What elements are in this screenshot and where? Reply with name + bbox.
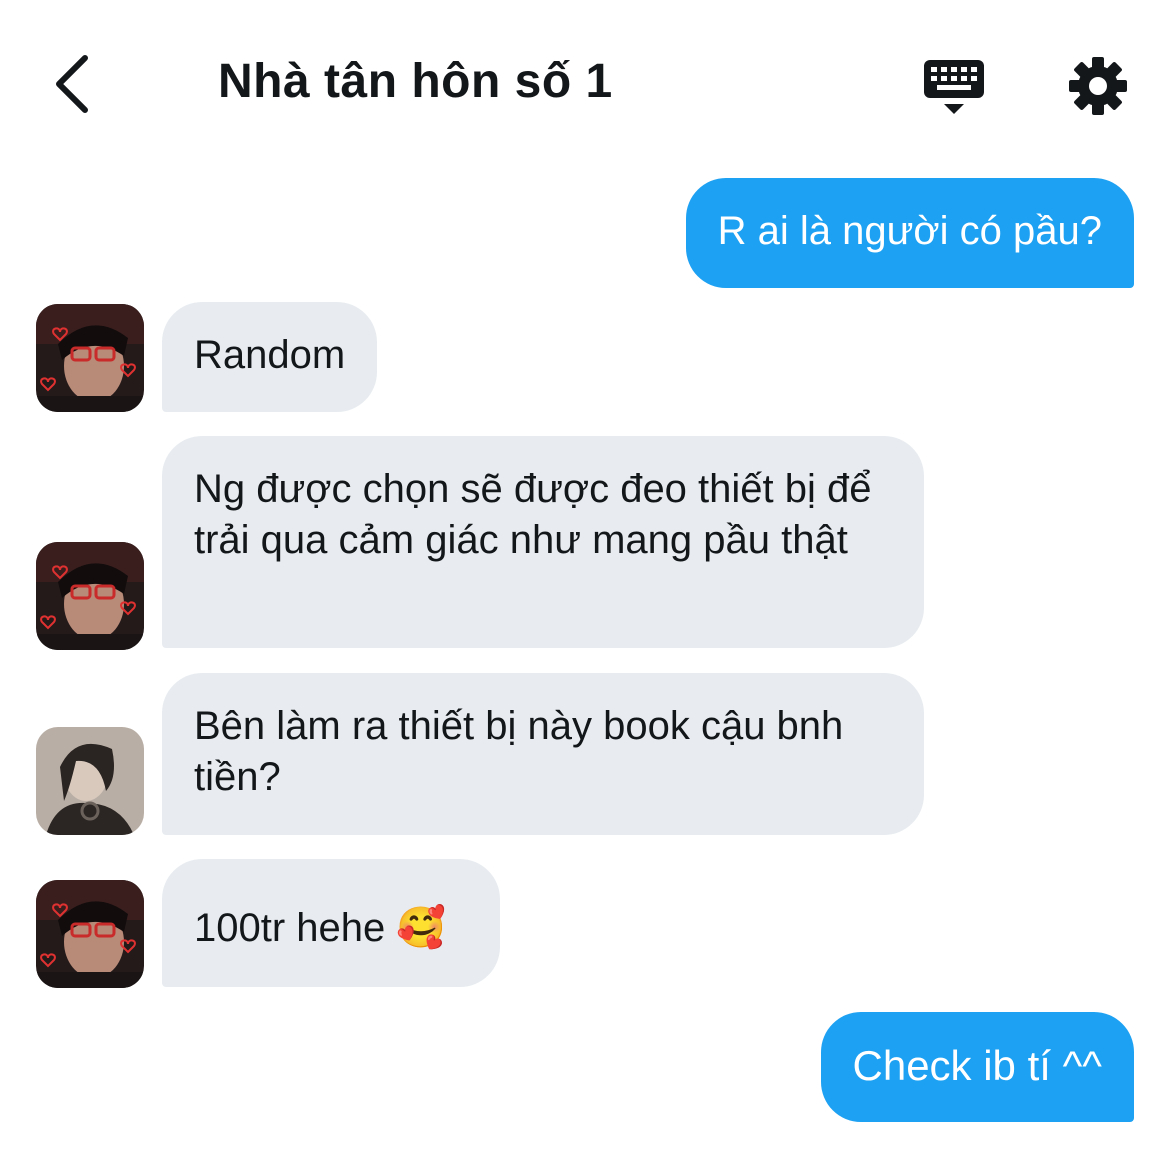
message-bubble-outgoing[interactable]: R ai là người có pầu? — [685, 178, 1134, 288]
message-bubble-incoming[interactable]: Bên làm ra thiết bị này book cậu bnh tiề… — [162, 673, 924, 835]
message-text: Ng được chọn sẽ được đeo thiết bị để trả… — [194, 467, 872, 562]
message-bubble-incoming[interactable]: 100tr hehe 🥰 — [162, 859, 500, 987]
message-text: Random — [194, 333, 346, 377]
message-text: 100tr hehe 🥰 — [194, 906, 447, 950]
message-bubble-outgoing[interactable]: Check ib tí ^^ — [820, 1012, 1134, 1122]
chat-header: Nhà tân hôn số 1 — [0, 0, 1170, 160]
message-text: Check ib tí ^^ — [852, 1042, 1103, 1089]
message-bubble-incoming[interactable]: Ng được chọn sẽ được đeo thiết bị để trả… — [162, 436, 924, 648]
keyboard-icon — [924, 60, 984, 114]
message-text: Bên làm ra thiết bị này book cậu bnh tiề… — [194, 704, 844, 799]
back-button[interactable] — [36, 46, 106, 122]
conversation-title: Nhà tân hôn số 1 — [218, 55, 613, 108]
keyboard-button[interactable] — [918, 50, 990, 122]
message-text: R ai là người có pầu? — [717, 209, 1102, 253]
avatar[interactable] — [36, 542, 144, 650]
chevron-left-icon — [56, 55, 88, 113]
settings-button[interactable] — [1062, 50, 1134, 122]
message-bubble-incoming[interactable]: Random — [162, 302, 378, 412]
avatar[interactable] — [36, 727, 144, 835]
gear-icon — [1069, 57, 1127, 115]
avatar[interactable] — [36, 880, 144, 988]
avatar[interactable] — [36, 304, 144, 412]
